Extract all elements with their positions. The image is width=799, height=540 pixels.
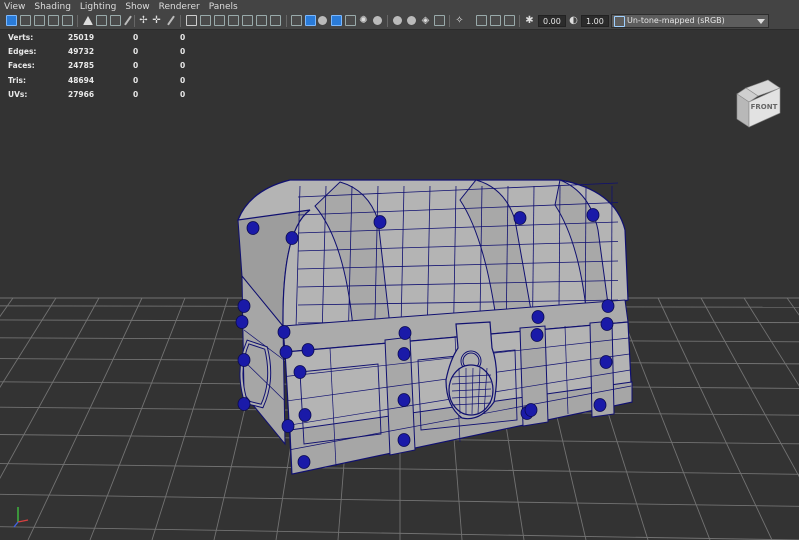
grease-pencil-icon[interactable] [83, 16, 93, 25]
color-space-label: Un-tone-mapped (sRGB) [627, 16, 725, 25]
exposure-icon[interactable]: ✱ [524, 15, 535, 26]
rivet [298, 408, 312, 422]
poly-count-hud: Verts: 25019 0 0 Edges: 49732 0 0 Faces: 24785 0… [8, 31, 227, 102]
rivet [397, 433, 411, 447]
3d-viewport[interactable]: FRONT [0, 30, 799, 540]
hud-row: Verts: 25019 0 0 [8, 33, 186, 42]
rivet [277, 325, 291, 339]
xray-joints-icon[interactable]: ✢ [138, 15, 149, 26]
camera-lock-icon[interactable] [96, 15, 107, 26]
rivet [593, 398, 607, 412]
ambient-occlusion-icon[interactable] [434, 15, 445, 26]
film-gate-icon[interactable] [110, 15, 121, 26]
menu-show[interactable]: Show [125, 2, 149, 12]
depth-of-field-icon[interactable] [490, 15, 501, 26]
rivet [279, 345, 293, 359]
rivet [530, 328, 544, 342]
xray-icon[interactable] [393, 16, 402, 25]
rivet [301, 343, 315, 357]
two-d-pan-zoom-icon[interactable] [62, 15, 73, 26]
rivet [601, 299, 615, 313]
menu-view[interactable]: View [4, 2, 25, 12]
safe-action-icon[interactable] [214, 15, 225, 26]
rivet [586, 208, 600, 222]
wireframe-icon[interactable] [291, 15, 302, 26]
rivet [397, 347, 411, 361]
rivet [293, 365, 307, 379]
use-all-lights-icon[interactable]: ✺ [358, 15, 369, 26]
resolution-gate-icon[interactable] [256, 15, 267, 26]
menu-renderer[interactable]: Renderer [159, 2, 200, 12]
textured-icon[interactable] [345, 15, 356, 26]
viewport-toolbar: ✢ ✛ ✺ ◈ ✧ ✱ 0.00 ◐ 1.00 Un-tone-mapped (… [0, 13, 799, 30]
hud-row: Tris: 48694 0 0 [8, 75, 186, 85]
gamma-field[interactable]: 1.00 [581, 15, 609, 27]
exposure-field[interactable]: 0.00 [538, 15, 566, 27]
rivet [297, 455, 311, 469]
rivet [281, 419, 295, 433]
gamma-icon[interactable]: ◐ [568, 15, 579, 26]
brush-icon[interactable] [167, 15, 175, 26]
rivet [513, 211, 527, 225]
text-overlay-icon[interactable] [270, 15, 281, 26]
rivet [397, 393, 411, 407]
menu-lighting[interactable]: Lighting [80, 2, 116, 12]
view-cube-face-label: FRONT [751, 103, 778, 111]
rivet [235, 315, 249, 329]
image-plane-icon[interactable] [48, 15, 59, 26]
rivet [373, 215, 387, 229]
isolate-icon[interactable]: ◈ [420, 15, 431, 26]
anti-aliasing-icon[interactable] [476, 15, 487, 26]
viewport-menu-bar: View Shading Lighting Show Renderer Pane… [0, 0, 799, 13]
flat-shade-icon[interactable] [318, 16, 327, 25]
color-management-icon [614, 16, 625, 27]
grid-toggle-icon[interactable] [186, 15, 197, 26]
rivet [237, 397, 251, 411]
isolate-select-icon[interactable] [504, 15, 515, 26]
move-manip-icon[interactable]: ✛ [151, 15, 162, 26]
rivet [237, 353, 251, 367]
rivet [285, 231, 299, 245]
menu-panels[interactable]: Panels [209, 2, 238, 12]
bookmarks-icon[interactable] [34, 15, 45, 26]
shadows-icon[interactable] [373, 16, 382, 25]
rivet [237, 299, 251, 313]
xray-active-icon[interactable] [407, 16, 416, 25]
menu-shading[interactable]: Shading [34, 2, 71, 12]
chevron-down-icon [757, 19, 765, 24]
rivet [398, 326, 412, 340]
rivet [524, 403, 538, 417]
rivet [246, 221, 260, 235]
hud-row: Faces: 24785 0 0 [8, 61, 186, 71]
hud-row: Edges: 49732 0 0 [8, 47, 186, 57]
rivet [531, 310, 545, 324]
rivet [600, 317, 614, 331]
color-space-dropdown[interactable]: Un-tone-mapped (sRGB) [611, 14, 769, 28]
safe-title-icon[interactable] [228, 15, 239, 26]
wireframe-on-shaded-icon[interactable] [331, 15, 342, 26]
pin-icon[interactable] [124, 15, 132, 26]
camera-attributes-icon[interactable] [20, 15, 31, 26]
field-chart-icon[interactable] [200, 15, 211, 26]
gate-mask-icon[interactable] [242, 15, 253, 26]
rivet [599, 355, 613, 369]
motion-blur-icon[interactable]: ✧ [454, 15, 465, 26]
hud-row: UVs: 27966 0 0 [8, 89, 186, 99]
select-camera-icon[interactable] [6, 15, 17, 26]
smooth-shade-icon[interactable] [305, 15, 316, 26]
